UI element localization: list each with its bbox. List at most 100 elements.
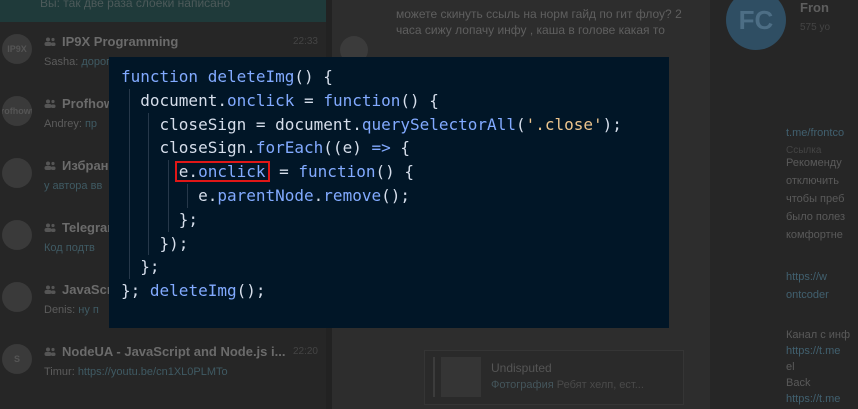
channel-info-panel: FC Fron 575 yo t.me/frontco Ссылка Реком… <box>710 0 858 409</box>
info-text-line: Рекоменду <box>786 157 842 169</box>
code-token: () { <box>294 67 333 86</box>
chat-preview-top[interactable]: Вы: так две раза слоеки написано <box>0 0 326 22</box>
code-line: }); <box>121 231 657 256</box>
preview-text: ну п <box>78 304 99 316</box>
code-token: parentNode <box>217 185 314 205</box>
chat-time: 22:20 <box>292 346 318 357</box>
channel-subscribers: 575 yo <box>800 22 831 33</box>
code-token: deleteImg <box>207 67 295 86</box>
code-token: onclick <box>226 90 295 110</box>
indent-guide <box>148 207 150 232</box>
chat-title-text: IP9X Programming <box>62 34 179 49</box>
card-title: Undisputed <box>491 361 552 375</box>
code-token: ( <box>515 114 526 134</box>
image-thumbnail-icon <box>441 357 481 397</box>
code-line: closeSign = document.querySelectorAll('.… <box>121 112 657 137</box>
indent-guide <box>167 207 169 232</box>
code-token: function <box>121 67 208 86</box>
code-token: }; <box>140 257 160 277</box>
code-token: document. <box>140 90 227 110</box>
chat-preview: Denis: ну п <box>44 304 99 316</box>
indent-guide <box>148 112 150 137</box>
code-token: deleteImg <box>149 281 237 301</box>
indent-guide <box>129 207 130 232</box>
chat-title: NodeUA - JavaScript and Node.js i... <box>44 344 285 359</box>
chat-title: IP9X Programming <box>44 34 178 49</box>
preview-text: https://youtu.be/cn1XL0PLMTo <box>77 366 228 378</box>
indent-guide <box>148 136 150 161</box>
avatar <box>2 282 32 312</box>
indent-guide <box>129 183 130 208</box>
indent-guide <box>167 183 169 208</box>
preview-text: Код подтв <box>44 242 95 254</box>
code-token: }); <box>159 233 189 253</box>
info-text-line: комфортне <box>786 229 843 241</box>
channel-name: Fron <box>800 0 829 15</box>
group-icon <box>44 96 56 108</box>
avatar <box>2 158 32 188</box>
forwarded-card[interactable]: Undisputed Фотография Ребят хелп, ест... <box>424 350 684 405</box>
code-token: = <box>294 90 324 110</box>
channel-avatar: FC <box>726 0 786 50</box>
chat-time: 22:33 <box>292 36 318 47</box>
code-token: forEach <box>255 138 324 158</box>
code-token: querySelectorAll <box>361 114 516 134</box>
code-token: (); <box>236 281 266 301</box>
message-text: можете скинуть ссыль на норм гайд по гит… <box>396 7 682 37</box>
chat-preview: Timur: https://youtu.be/cn1XL0PLMTo <box>44 366 228 378</box>
code-token: remove <box>323 185 382 205</box>
code-token: () { <box>375 162 414 182</box>
avatar: S <box>2 344 32 374</box>
code-line: closeSign.forEach((e) => { <box>121 136 657 161</box>
chat-preview: у автора вв <box>44 180 102 192</box>
card-accent-bar <box>433 357 435 397</box>
code-token: }; <box>121 281 150 301</box>
highlighted-code: e.onclick <box>174 161 270 183</box>
indent-guide <box>167 160 169 184</box>
code-line: }; <box>121 207 657 232</box>
indent-guide <box>129 88 130 113</box>
code-token: '.close' <box>525 114 603 134</box>
indent-guide <box>148 183 150 208</box>
group-icon <box>44 220 56 232</box>
code-token: closeSign = document. <box>159 114 362 134</box>
code-token: = <box>269 162 299 182</box>
code-line: e.parentNode.remove(); <box>121 183 657 208</box>
preview-sender: Denis: <box>44 304 79 316</box>
card-sub-label: Фотография <box>491 379 554 391</box>
info-text-line: отключить <box>786 175 839 187</box>
indent-guide <box>129 231 130 256</box>
code-token: . <box>313 185 324 205</box>
code-token: function <box>298 162 376 182</box>
code-token: ((e) <box>323 138 372 158</box>
code-line: document.onclick = function() { <box>121 88 657 113</box>
group-icon <box>44 282 56 294</box>
channel-link[interactable]: t.me/frontco <box>786 124 858 142</box>
code-token: () { <box>400 90 439 110</box>
indent-guide <box>148 160 150 184</box>
indent-guide <box>129 112 130 137</box>
code-token: => <box>371 138 391 158</box>
chat-list-item[interactable]: S NodeUA - JavaScript and Node.js i... 22:… <box>0 344 326 406</box>
info-text-line[interactable]: ontcoder <box>786 286 858 304</box>
indent-guide <box>129 136 130 161</box>
card-sub-text: Ребят хелп, ест... <box>556 379 644 391</box>
info-text-line[interactable]: https://w <box>786 268 858 286</box>
card-subtitle: Фотография Ребят хелп, ест... <box>491 379 644 391</box>
preview-text: у автора вв <box>44 180 103 192</box>
chat-preview: Sasha: дорого <box>44 56 116 68</box>
indent-guide <box>129 255 130 280</box>
avatar <box>2 220 32 250</box>
code-token: closeSign. <box>159 138 256 158</box>
preview-sender: Timur: <box>44 366 78 378</box>
chat-title-text: NodeUA - JavaScript and Node.js i... <box>62 344 286 359</box>
code-block: function deleteImg() { document.onclick … <box>121 65 657 303</box>
group-icon <box>44 344 56 356</box>
code-token: }; <box>178 209 199 229</box>
info-text-line: чтобы преб <box>786 193 845 205</box>
info-text-line: было полез <box>786 211 846 223</box>
preview-sender: Sasha: <box>44 56 82 68</box>
code-line: }; <box>121 255 657 280</box>
indent-guide <box>148 231 150 256</box>
info-text-line: https://t.me <box>786 393 841 405</box>
